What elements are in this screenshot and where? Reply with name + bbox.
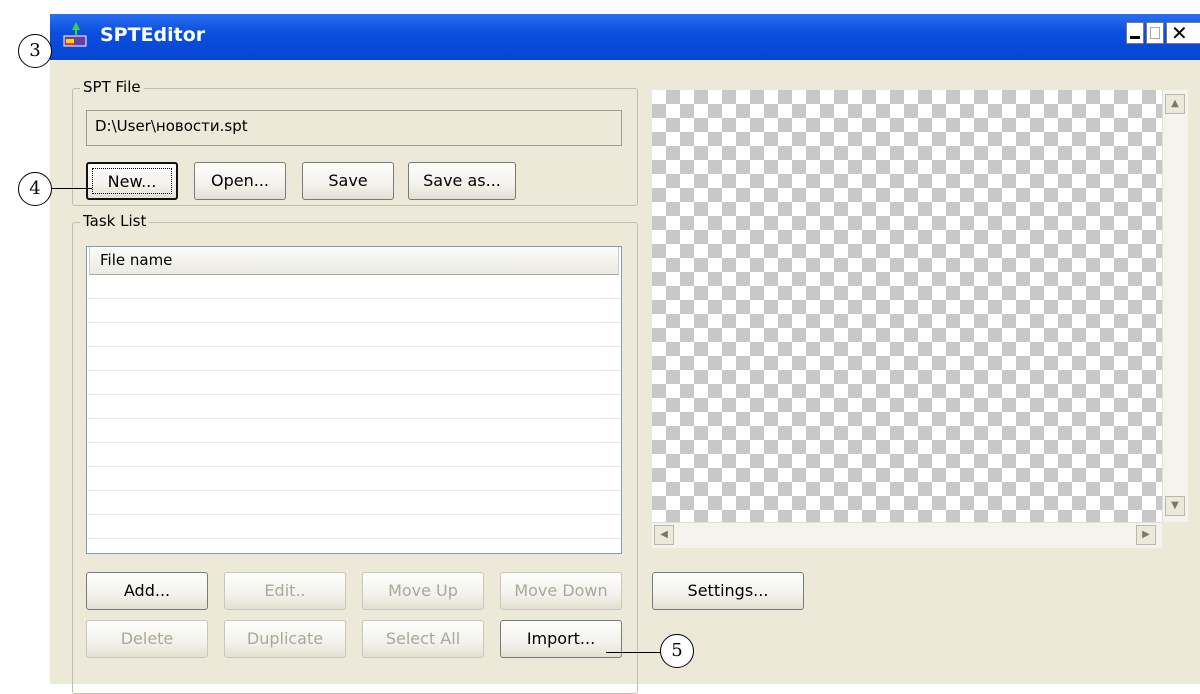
callout-5-leader (606, 652, 660, 653)
list-item[interactable] (87, 467, 621, 491)
edit-button-label: Edit.. (264, 581, 306, 600)
save-button-label: Save (328, 171, 368, 190)
list-item[interactable] (87, 539, 621, 553)
move-down-button-label: Move Down (514, 581, 608, 600)
scroll-right-icon[interactable]: ▶ (1136, 525, 1156, 545)
duplicate-button[interactable]: Duplicate (224, 620, 346, 658)
minimize-button[interactable] (1126, 22, 1144, 44)
new-button[interactable]: New... (86, 162, 178, 200)
callout-4-leader (52, 188, 92, 189)
duplicate-button-label: Duplicate (246, 629, 324, 648)
save-as-button-label: Save as... (423, 171, 501, 190)
select-all-button[interactable]: Select All (362, 620, 484, 658)
scroll-left-icon[interactable]: ◀ (654, 525, 674, 545)
open-button[interactable]: Open... (194, 162, 286, 200)
spt-file-group-label: SPT File (80, 78, 144, 96)
spt-editor-icon (63, 22, 87, 47)
add-button[interactable]: Add... (86, 572, 208, 610)
save-as-button[interactable]: Save as... (408, 162, 516, 200)
callout-3: 3 (18, 34, 52, 68)
open-button-label: Open... (211, 171, 269, 190)
window-title: SPTEditor (100, 24, 206, 46)
delete-button[interactable]: Delete (86, 620, 208, 658)
move-up-button-label: Move Up (388, 581, 458, 600)
list-item[interactable] (87, 299, 621, 323)
list-item[interactable] (87, 491, 621, 515)
file-name-column-header[interactable]: File name (89, 247, 619, 275)
import-button-label: Import... (526, 629, 596, 648)
list-item[interactable] (87, 347, 621, 371)
callout-5: 5 (660, 634, 694, 668)
add-button-label: Add... (123, 581, 171, 600)
vertical-scrollbar[interactable]: ▲ ▼ (1162, 90, 1188, 522)
scroll-up-icon[interactable]: ▲ (1165, 94, 1185, 114)
settings-button-label: Settings... (687, 581, 769, 600)
save-button[interactable]: Save (302, 162, 394, 200)
move-up-button[interactable]: Move Up (362, 572, 484, 610)
close-button[interactable]: ✕ (1166, 21, 1200, 45)
task-list[interactable]: File name (86, 246, 622, 554)
scroll-down-icon[interactable]: ▼ (1165, 496, 1185, 516)
focus-rect (92, 168, 172, 194)
callout-4: 4 (18, 172, 52, 206)
delete-button-label: Delete (120, 629, 174, 648)
list-item[interactable] (87, 443, 621, 467)
import-button[interactable]: Import... (500, 620, 622, 658)
minimize-icon (1130, 36, 1140, 39)
list-item[interactable] (87, 275, 621, 299)
list-item[interactable] (87, 323, 621, 347)
maximize-button[interactable] (1146, 22, 1164, 44)
spt-file-path-field[interactable]: D:\User\новости.spt (86, 110, 622, 146)
select-all-button-label: Select All (385, 629, 461, 648)
maximize-icon (1150, 27, 1160, 39)
title-bar[interactable] (50, 14, 1200, 60)
move-down-button[interactable]: Move Down (500, 572, 622, 610)
settings-button[interactable]: Settings... (652, 572, 804, 610)
task-list-group-label: Task List (80, 212, 150, 230)
close-icon: ✕ (1171, 21, 1188, 45)
list-item[interactable] (87, 371, 621, 395)
list-item[interactable] (87, 515, 621, 539)
edit-button[interactable]: Edit.. (224, 572, 346, 610)
preview-canvas[interactable] (652, 90, 1162, 522)
list-item[interactable] (87, 419, 621, 443)
horizontal-scrollbar[interactable]: ◀ ▶ (652, 522, 1162, 548)
list-item[interactable] (87, 395, 621, 419)
